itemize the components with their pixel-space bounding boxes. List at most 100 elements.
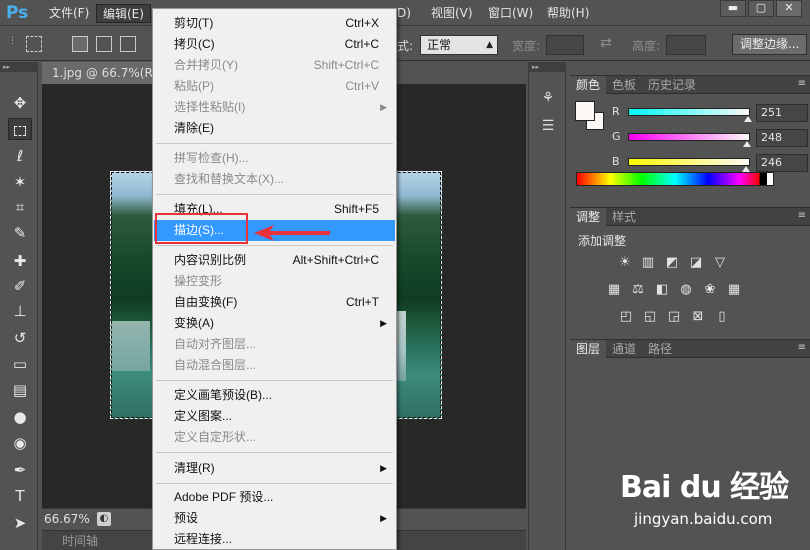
width-input[interactable] <box>546 35 584 55</box>
color-lookup-icon[interactable]: ▦ <box>726 282 742 298</box>
slider-r-value[interactable]: 251 <box>756 104 808 122</box>
slider-g-value[interactable]: 248 <box>756 129 808 147</box>
menu-item-content-aware-scale[interactable]: 内容识别比例 Alt+Shift+Ctrl+C <box>154 250 395 271</box>
height-input[interactable] <box>666 35 706 55</box>
tab-channels[interactable]: 通道 <box>606 340 642 358</box>
color-balance-icon[interactable]: ⚖ <box>630 282 646 298</box>
curves-icon[interactable]: ◩ <box>664 255 680 271</box>
tab-swatches[interactable]: 色板 <box>606 76 642 94</box>
threshold-icon[interactable]: ◲ <box>666 309 682 325</box>
menu-item-free-transform[interactable]: 自由变换(F) Ctrl+T <box>154 292 395 313</box>
menu-edit[interactable]: 编辑(E) <box>96 4 151 23</box>
type-tool-icon[interactable]: T <box>8 485 32 507</box>
foreground-color-swatch[interactable] <box>575 101 595 121</box>
subtract-selection-icon[interactable] <box>120 36 136 52</box>
minimize-button[interactable]: ▬ <box>720 0 746 17</box>
black-white-icon[interactable]: ◧ <box>654 282 670 298</box>
brightness-icon[interactable]: ☀ <box>617 255 633 271</box>
tools-panel: ▸▸ ✥ ℓ ✶ ⌗ ✎ ✚ ✐ ⊥ ↺ ▭ ▤ ● ◉ ✒ T ➤ <box>0 62 38 550</box>
info-icon[interactable]: ◐ <box>97 512 111 526</box>
slider-b-value[interactable]: 246 <box>756 154 808 172</box>
panel-menu-icon[interactable]: ≡ <box>798 78 806 89</box>
maximize-button[interactable]: ▢ <box>748 0 774 17</box>
tab-history[interactable]: 历史记录 <box>642 76 702 94</box>
marquee-preset-icon[interactable] <box>26 36 42 52</box>
slider-g-label: G <box>612 130 621 143</box>
close-button[interactable]: ✕ <box>776 0 802 17</box>
tab-paths[interactable]: 路径 <box>642 340 678 358</box>
eyedropper-tool-icon[interactable]: ✎ <box>8 222 32 244</box>
menu-item-remote-connections[interactable]: 远程连接... <box>154 529 395 550</box>
blur-tool-icon[interactable]: ● <box>8 406 32 428</box>
eraser-tool-icon[interactable]: ▭ <box>8 353 32 375</box>
menu-item-define-pattern[interactable]: 定义图案... <box>154 406 395 427</box>
brush-presets-icon[interactable]: ⚘ <box>538 88 558 108</box>
panel-menu-icon[interactable]: ≡ <box>798 342 806 353</box>
menu-item-pdf-presets[interactable]: Adobe PDF 预设... <box>154 487 395 508</box>
menu-item-purge[interactable]: 清理(R) ▶ <box>154 458 395 479</box>
menu-file[interactable]: 文件(F) <box>43 4 95 23</box>
slider-b-label: B <box>612 155 620 168</box>
gradient-map-icon[interactable]: ▯ <box>714 309 730 325</box>
menu-separator <box>156 483 393 484</box>
panel-menu-icon[interactable]: ≡ <box>798 210 806 221</box>
menu-item-presets[interactable]: 预设 ▶ <box>154 508 395 529</box>
tab-styles[interactable]: 样式 <box>606 208 642 226</box>
slider-g-thumb[interactable] <box>742 141 751 147</box>
tab-adjustments[interactable]: 调整 <box>570 208 607 226</box>
photo-filter-icon[interactable]: ◍ <box>678 282 694 298</box>
swap-icon[interactable]: ⇄ <box>600 35 612 51</box>
dock-collapse-icon[interactable]: ▸▸ <box>529 62 565 72</box>
slider-b-track[interactable] <box>628 158 750 166</box>
levels-icon[interactable]: ▥ <box>640 255 656 271</box>
menu-item-clear[interactable]: 清除(E) <box>154 118 395 139</box>
zoom-level[interactable]: 66.67% <box>44 509 90 529</box>
hue-saturation-icon[interactable]: ▦ <box>606 282 622 298</box>
move-tool-icon[interactable]: ✥ <box>8 92 32 114</box>
document-tab[interactable]: 1.jpg @ 66.7%(RGB/8) <box>42 62 154 84</box>
menu-item-puppet-warp: 操控变形 <box>174 274 223 288</box>
history-brush-tool-icon[interactable]: ↺ <box>8 327 32 349</box>
color-panel: 颜色 色板 历史记录 ≡ R 251 G 248 B 246 <box>570 75 810 203</box>
slider-r-track[interactable] <box>628 108 750 116</box>
new-selection-icon[interactable] <box>72 36 88 52</box>
tab-layers[interactable]: 图层 <box>570 340 607 358</box>
tab-color[interactable]: 颜色 <box>570 76 607 94</box>
channel-mixer-icon[interactable]: ❀ <box>702 282 718 298</box>
path-selection-tool-icon[interactable]: ➤ <box>8 512 32 534</box>
pen-tool-icon[interactable]: ✒ <box>8 459 32 481</box>
menu-item-copy[interactable]: 拷贝(C) Ctrl+C <box>154 34 395 55</box>
posterize-icon[interactable]: ◱ <box>642 309 658 325</box>
menu-item-auto-align: 自动对齐图层... <box>174 337 257 351</box>
menu-item-cut[interactable]: 剪切(T) Ctrl+X <box>154 13 395 34</box>
slider-g-track[interactable] <box>628 133 750 141</box>
menu-separator <box>156 380 393 381</box>
tools-collapse-icon[interactable]: ▸▸ <box>0 62 37 72</box>
color-spectrum[interactable] <box>576 172 774 186</box>
crop-tool-icon[interactable]: ⌗ <box>8 196 32 218</box>
menu-item-define-brush[interactable]: 定义画笔预设(B)... <box>154 385 395 406</box>
magic-wand-tool-icon[interactable]: ✶ <box>8 171 32 193</box>
add-selection-icon[interactable] <box>96 36 112 52</box>
refine-edge-button[interactable]: 调整边缘... <box>732 34 808 55</box>
style-select[interactable]: 正常 ▲ <box>420 35 498 55</box>
selective-color-icon[interactable]: ⊠ <box>690 309 706 325</box>
menu-separator <box>156 143 393 144</box>
gradient-tool-icon[interactable]: ▤ <box>8 379 32 401</box>
color-panel-tabs: 颜色 色板 历史记录 ≡ <box>570 76 810 94</box>
menu-view[interactable]: 视图(V) <box>425 4 479 23</box>
menu-window[interactable]: 窗口(W) <box>482 4 539 23</box>
healing-brush-tool-icon[interactable]: ✚ <box>8 250 32 272</box>
brush-tool-icon[interactable]: ✐ <box>8 275 32 297</box>
brush-settings-icon[interactable]: ☰ <box>538 116 558 136</box>
stamp-tool-icon[interactable]: ⊥ <box>8 300 32 322</box>
exposure-icon[interactable]: ◪ <box>688 255 704 271</box>
menu-item-transform[interactable]: 变换(A) ▶ <box>154 313 395 334</box>
menu-help[interactable]: 帮助(H) <box>541 4 595 23</box>
slider-r-thumb[interactable] <box>744 116 753 122</box>
invert-icon[interactable]: ◰ <box>618 309 634 325</box>
vibrance-icon[interactable]: ▽ <box>712 255 728 271</box>
lasso-tool-icon[interactable]: ℓ <box>8 145 32 167</box>
rect-marquee-tool-icon[interactable] <box>8 118 32 140</box>
dodge-tool-icon[interactable]: ◉ <box>8 432 32 454</box>
